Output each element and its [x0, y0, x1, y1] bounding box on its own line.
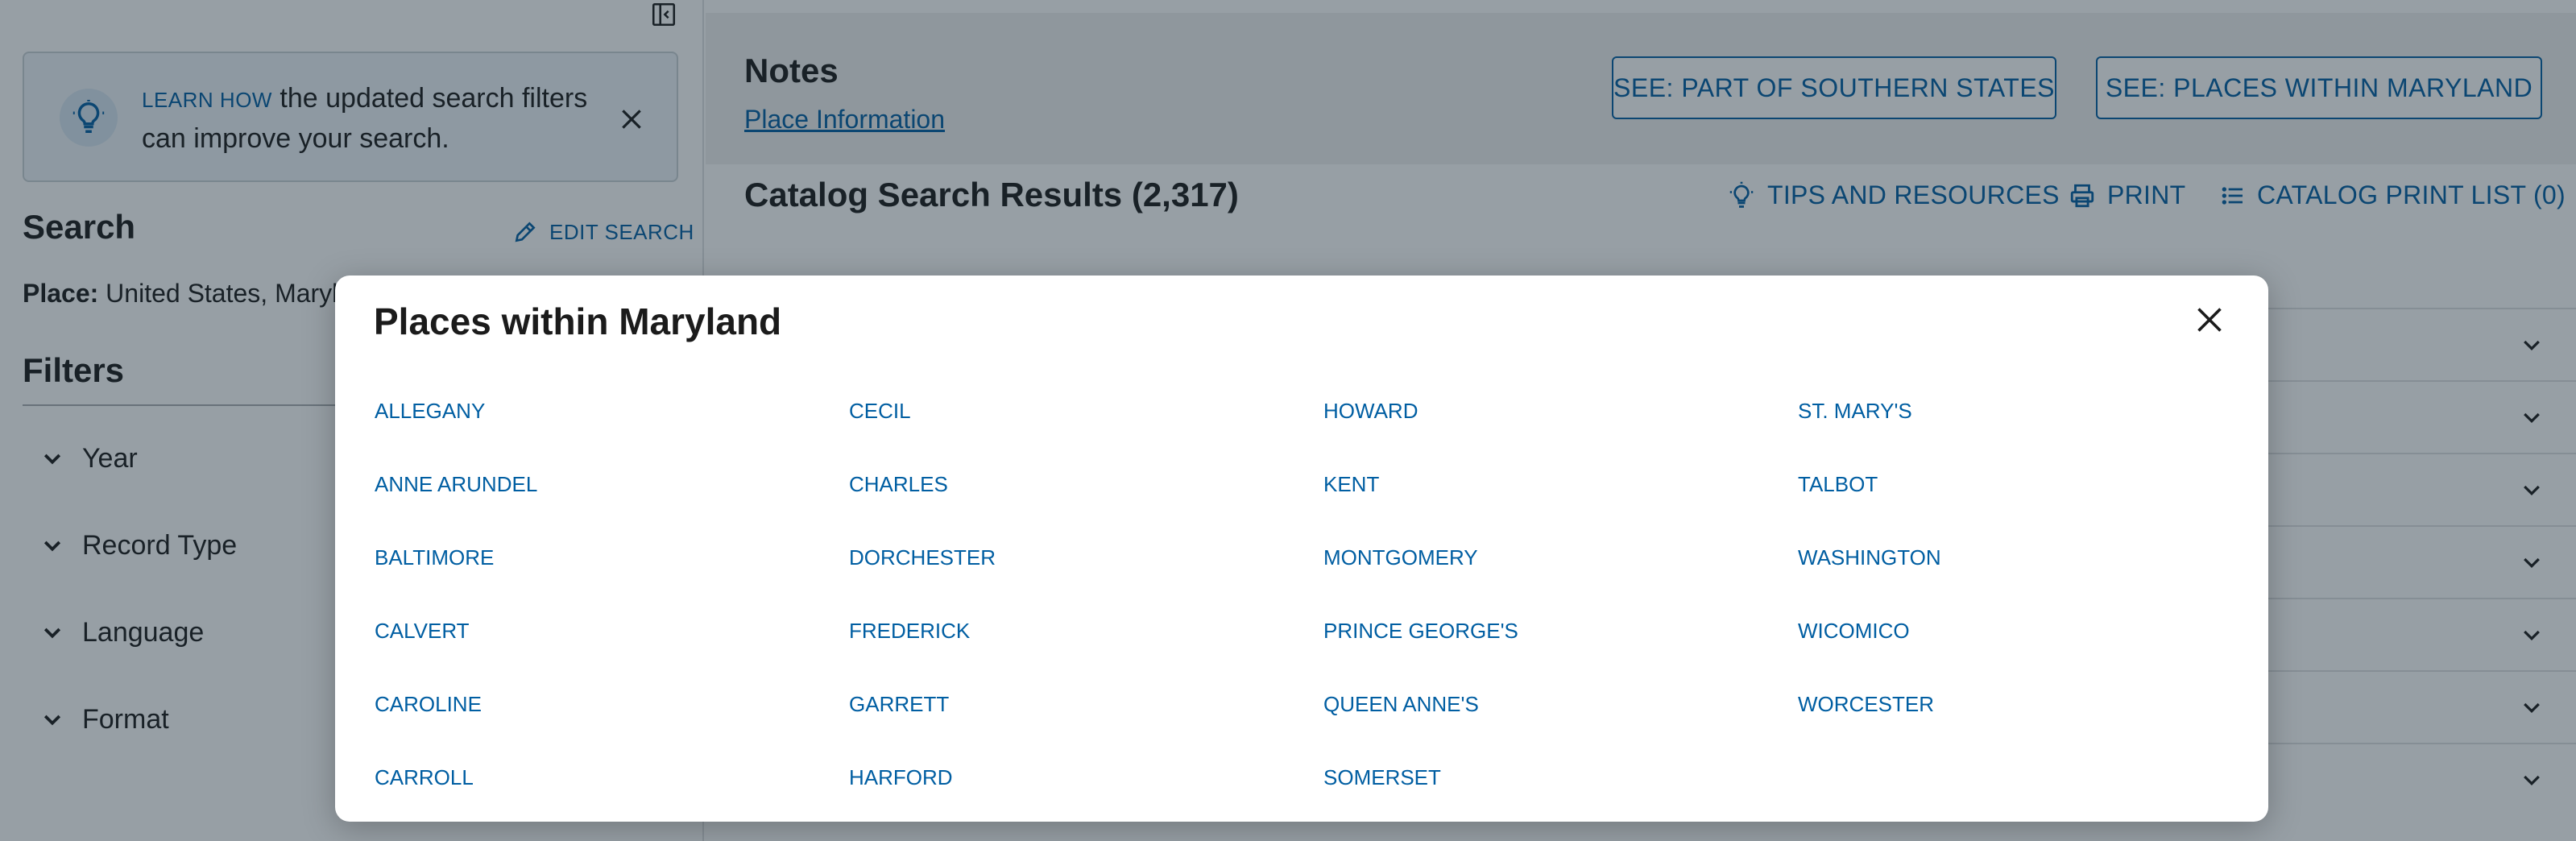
place-link[interactable]: BALTIMORE	[375, 545, 849, 570]
places-grid: ALLEGANY CECIL HOWARD ST. MARY'S ANNE AR…	[375, 398, 2243, 838]
place-link[interactable]: CECIL	[849, 398, 1323, 424]
place-link[interactable]: WASHINGTON	[1798, 545, 2272, 570]
place-link[interactable]: HOWARD	[1323, 398, 1798, 424]
place-link[interactable]: CALVERT	[375, 618, 849, 644]
modal-title: Places within Maryland	[374, 300, 782, 342]
place-link[interactable]: KENT	[1323, 471, 1798, 497]
place-link[interactable]: CAROLINE	[375, 691, 849, 717]
place-link[interactable]: MONTGOMERY	[1323, 545, 1798, 570]
place-link[interactable]: CHARLES	[849, 471, 1323, 497]
page: LEARN HOW the updated search filters can…	[0, 0, 2576, 841]
close-icon	[2197, 308, 2222, 332]
place-link[interactable]: QUEEN ANNE'S	[1323, 691, 1798, 717]
place-link[interactable]: SOMERSET	[1323, 764, 1798, 790]
place-link[interactable]: TALBOT	[1798, 471, 2272, 497]
place-link[interactable]: WORCESTER	[1798, 691, 2272, 717]
places-modal: Places within Maryland ALLEGANY CECIL HO…	[335, 276, 2268, 822]
place-link[interactable]: HARFORD	[849, 764, 1323, 790]
place-link[interactable]: PRINCE GEORGE'S	[1323, 618, 1798, 644]
place-link[interactable]: CARROLL	[375, 764, 849, 790]
place-link[interactable]: ST. MARY'S	[1798, 398, 2272, 424]
place-link[interactable]: GARRETT	[849, 691, 1323, 717]
place-link[interactable]: ALLEGANY	[375, 398, 849, 424]
place-link[interactable]: WICOMICO	[1798, 618, 2272, 644]
place-link[interactable]: FREDERICK	[849, 618, 1323, 644]
place-link[interactable]: DORCHESTER	[849, 545, 1323, 570]
close-modal-button[interactable]	[2189, 300, 2230, 340]
place-link[interactable]: ANNE ARUNDEL	[375, 471, 849, 497]
